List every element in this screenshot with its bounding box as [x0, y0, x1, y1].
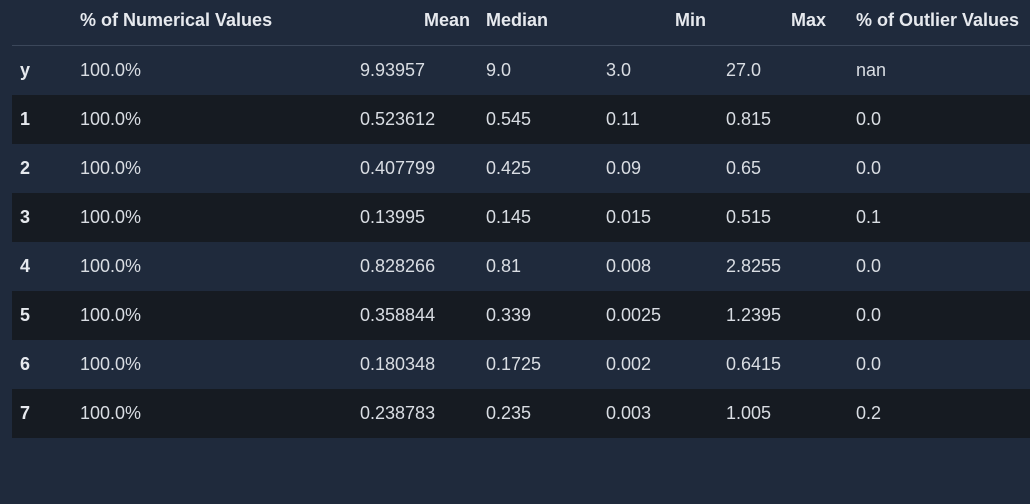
cell-pct-numerical: 100.0%: [70, 95, 350, 144]
row-label: y: [12, 46, 70, 96]
col-header-pct-numerical: % of Numerical Values: [70, 0, 350, 46]
row-label: 7: [12, 389, 70, 438]
cell-median: 9.0: [480, 46, 596, 96]
cell-mean: 0.407799: [350, 144, 480, 193]
col-header-min: Min: [596, 0, 716, 46]
cell-pct-numerical: 100.0%: [70, 144, 350, 193]
table-row: 3 100.0% 0.13995 0.145 0.015 0.515 0.1: [12, 193, 1030, 242]
cell-mean: 0.13995: [350, 193, 480, 242]
cell-pct-outlier: 0.0: [836, 340, 1030, 389]
col-header-mean: Mean: [350, 0, 480, 46]
cell-median: 0.545: [480, 95, 596, 144]
cell-max: 0.6415: [716, 340, 836, 389]
cell-pct-outlier: nan: [836, 46, 1030, 96]
row-label: 1: [12, 95, 70, 144]
cell-pct-numerical: 100.0%: [70, 46, 350, 96]
table-row: 1 100.0% 0.523612 0.545 0.11 0.815 0.0: [12, 95, 1030, 144]
row-label: 4: [12, 242, 70, 291]
row-label: 3: [12, 193, 70, 242]
cell-pct-outlier: 0.0: [836, 291, 1030, 340]
cell-pct-numerical: 100.0%: [70, 242, 350, 291]
cell-min: 0.003: [596, 389, 716, 438]
cell-pct-numerical: 100.0%: [70, 389, 350, 438]
cell-mean: 0.358844: [350, 291, 480, 340]
cell-mean: 0.523612: [350, 95, 480, 144]
table-row: 5 100.0% 0.358844 0.339 0.0025 1.2395 0.…: [12, 291, 1030, 340]
table-row: 7 100.0% 0.238783 0.235 0.003 1.005 0.2: [12, 389, 1030, 438]
cell-max: 2.8255: [716, 242, 836, 291]
cell-max: 0.515: [716, 193, 836, 242]
cell-pct-outlier: 0.0: [836, 95, 1030, 144]
cell-max: 0.65: [716, 144, 836, 193]
row-label: 5: [12, 291, 70, 340]
cell-median: 0.81: [480, 242, 596, 291]
col-header-pct-outlier: % of Outlier Values: [836, 0, 1030, 46]
cell-median: 0.339: [480, 291, 596, 340]
table-body: y 100.0% 9.93957 9.0 3.0 27.0 nan 1 100.…: [12, 46, 1030, 439]
cell-min: 0.008: [596, 242, 716, 291]
cell-pct-numerical: 100.0%: [70, 193, 350, 242]
table-header-row: % of Numerical Values Mean Median Min Ma…: [12, 0, 1030, 46]
col-header-rowlabel: [12, 0, 70, 46]
cell-pct-outlier: 0.0: [836, 242, 1030, 291]
cell-min: 3.0: [596, 46, 716, 96]
cell-min: 0.002: [596, 340, 716, 389]
row-label: 6: [12, 340, 70, 389]
cell-pct-numerical: 100.0%: [70, 340, 350, 389]
cell-min: 0.09: [596, 144, 716, 193]
cell-mean: 0.180348: [350, 340, 480, 389]
table-row: 2 100.0% 0.407799 0.425 0.09 0.65 0.0: [12, 144, 1030, 193]
table-row: 6 100.0% 0.180348 0.1725 0.002 0.6415 0.…: [12, 340, 1030, 389]
row-label: 2: [12, 144, 70, 193]
cell-pct-outlier: 0.0: [836, 144, 1030, 193]
cell-max: 27.0: [716, 46, 836, 96]
cell-min: 0.015: [596, 193, 716, 242]
cell-max: 1.2395: [716, 291, 836, 340]
table-row: 4 100.0% 0.828266 0.81 0.008 2.8255 0.0: [12, 242, 1030, 291]
cell-median: 0.425: [480, 144, 596, 193]
cell-median: 0.145: [480, 193, 596, 242]
cell-min: 0.0025: [596, 291, 716, 340]
cell-mean: 9.93957: [350, 46, 480, 96]
cell-max: 0.815: [716, 95, 836, 144]
cell-min: 0.11: [596, 95, 716, 144]
cell-pct-outlier: 0.2: [836, 389, 1030, 438]
cell-mean: 0.828266: [350, 242, 480, 291]
cell-max: 1.005: [716, 389, 836, 438]
col-header-median: Median: [480, 0, 596, 46]
table-row: y 100.0% 9.93957 9.0 3.0 27.0 nan: [12, 46, 1030, 96]
cell-pct-numerical: 100.0%: [70, 291, 350, 340]
cell-median: 0.235: [480, 389, 596, 438]
cell-mean: 0.238783: [350, 389, 480, 438]
cell-median: 0.1725: [480, 340, 596, 389]
col-header-max: Max: [716, 0, 836, 46]
stats-table: % of Numerical Values Mean Median Min Ma…: [12, 0, 1030, 438]
cell-pct-outlier: 0.1: [836, 193, 1030, 242]
